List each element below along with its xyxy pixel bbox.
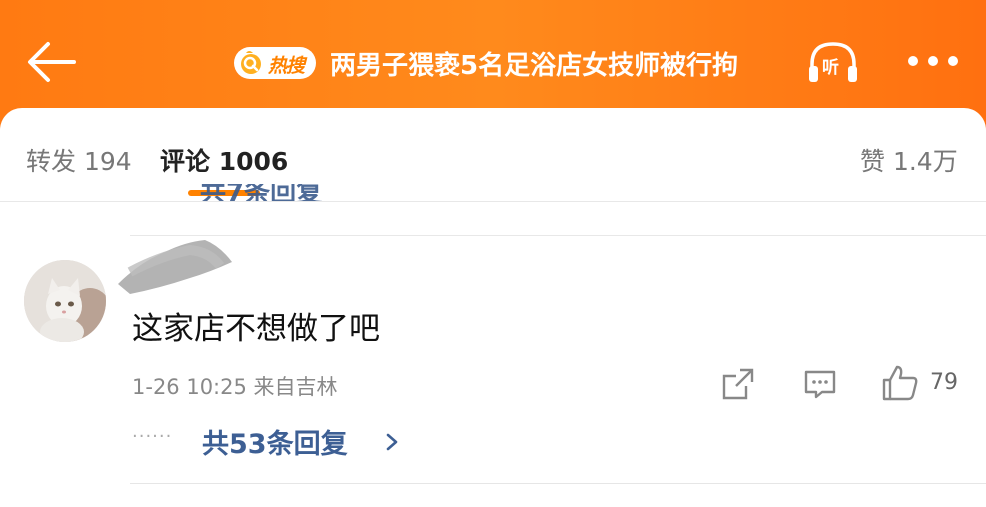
replies-link[interactable]: 共53条回复 xyxy=(202,422,348,461)
comment-divider xyxy=(130,235,986,236)
tab-repost[interactable]: 转发 194 xyxy=(26,142,132,178)
tab-comment[interactable]: 评论 1006 xyxy=(160,142,288,178)
comment-bottom-divider xyxy=(130,483,986,484)
listen-button[interactable]: 听 xyxy=(806,40,860,86)
page-title: 两男子猥亵5名足浴店女技师被行拘 xyxy=(330,51,739,81)
share-icon[interactable] xyxy=(720,366,756,402)
tab-like[interactable]: 赞 1.4万 xyxy=(860,142,958,178)
hot-search-label: 热搜 xyxy=(268,55,305,77)
search-icon xyxy=(241,51,261,74)
hot-search-badge[interactable]: 热搜 xyxy=(234,47,316,79)
previous-replies-link[interactable]: 共7条回复 xyxy=(200,184,322,202)
back-arrow-icon[interactable] xyxy=(26,38,78,86)
chevron-right-icon[interactable] xyxy=(384,431,400,453)
tabs-divider xyxy=(0,201,986,202)
like-count: 79 xyxy=(930,370,958,395)
thumbs-up-icon[interactable] xyxy=(880,363,920,403)
comment-icon[interactable] xyxy=(802,366,838,402)
listen-label: 听 xyxy=(822,58,839,78)
comment-text: 这家店不想做了吧 xyxy=(132,311,380,347)
more-options-icon[interactable] xyxy=(908,53,958,69)
cat-avatar-image xyxy=(24,260,106,342)
reply-dots: ······ xyxy=(132,426,173,447)
username-redacted xyxy=(118,240,232,294)
comment-meta: 1-26 10:25 来自吉林 xyxy=(132,375,338,399)
avatar[interactable] xyxy=(24,260,106,342)
